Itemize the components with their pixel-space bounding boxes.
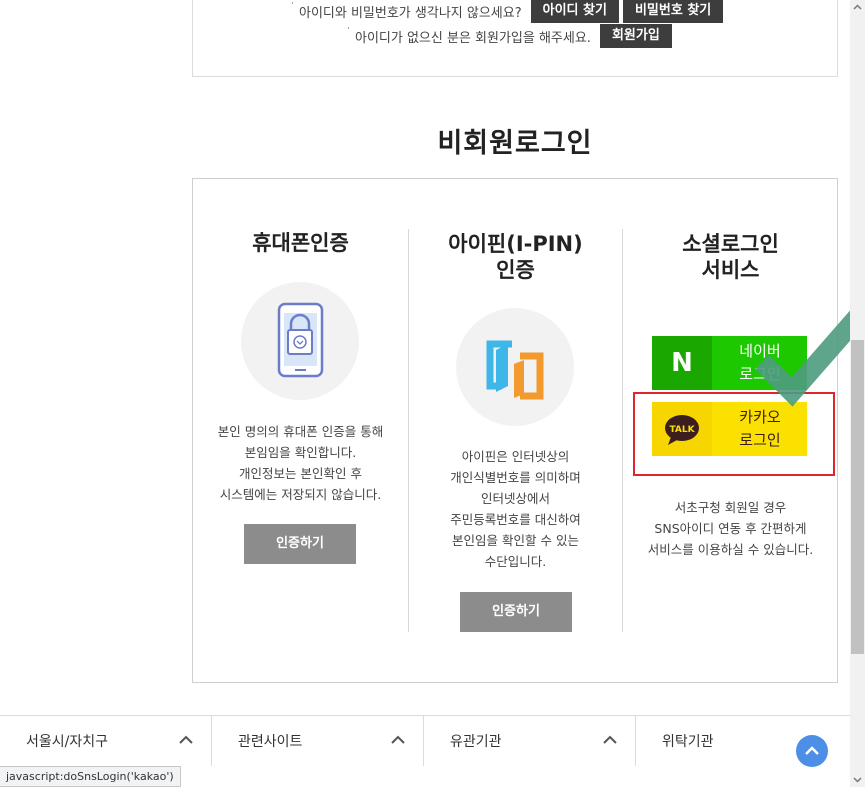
chevron-up-icon xyxy=(391,735,405,744)
social-login-column: 소셜로그인 서비스 xyxy=(623,179,838,283)
signup-text: 아이디가 없으신 분은 회원가입을 해주세요. xyxy=(355,30,591,46)
footer-item-affiliated[interactable]: 유관기관 xyxy=(424,716,636,766)
guest-login-title: 비회원로그인 xyxy=(437,128,593,159)
chevron-up-icon xyxy=(603,735,617,744)
scroll-down-icon[interactable] xyxy=(853,775,862,784)
phone-auth-column: 휴대폰인증 xyxy=(193,179,408,256)
ipin-icon xyxy=(486,340,544,400)
footer-item-label: 유관기관 xyxy=(450,734,502,750)
bullet: ˙ xyxy=(290,1,295,13)
phone-auth-button[interactable]: 인증하기 xyxy=(244,524,356,564)
ipin-auth-description: 아이핀은 인터넷상의 개인식별번호를 의미하며 인터넷상에서 주민등록번호를 대… xyxy=(450,449,581,569)
footer-item-related-sites[interactable]: 관련사이트 xyxy=(212,716,424,766)
back-to-top-icon xyxy=(805,746,819,755)
page: ˙ 아이디와 비밀번호가 생각나지 않으세요? 아이디 찾기 비밀번호 찾기 ˙… xyxy=(0,0,865,787)
vertical-scrollbar[interactable] xyxy=(850,0,865,787)
signup-button[interactable]: 회원가입 xyxy=(599,24,672,48)
social-login-title: 소셜로그인 서비스 xyxy=(682,232,779,282)
back-to-top-button[interactable] xyxy=(796,735,828,767)
bullet: ˙ xyxy=(346,26,351,38)
scroll-up-icon[interactable] xyxy=(853,3,862,12)
find-password-button[interactable]: 비밀번호 찾기 xyxy=(622,0,724,23)
phone-auth-description: 본인 명의의 휴대폰 인증을 통해 본임임을 확인합니다. 개인정보는 본인확인… xyxy=(217,424,384,502)
scrollbar-thumb[interactable] xyxy=(851,340,864,654)
ipin-auth-button[interactable]: 인증하기 xyxy=(460,592,572,632)
status-bar-url: javascript:doSnsLogin('kakao') xyxy=(0,766,181,787)
footer-item-label: 관련사이트 xyxy=(238,734,303,750)
phone-icon-circle xyxy=(241,282,359,400)
phone-auth-title: 휴대폰인증 xyxy=(252,231,349,255)
login-help-box: ˙ 아이디와 비밀번호가 생각나지 않으세요? 아이디 찾기 비밀번호 찾기 ˙… xyxy=(192,0,838,77)
social-login-description: 서초구청 회원일 경우 SNS아이디 연동 후 간편하게 서비스를 이용하실 수… xyxy=(647,500,814,557)
find-account-row: ˙ 아이디와 비밀번호가 생각나지 않으세요? 아이디 찾기 비밀번호 찾기 xyxy=(290,0,727,23)
footer-item-label: 위탁기관 xyxy=(662,734,714,750)
ipin-auth-title: 아이핀(I-PIN) 인증 xyxy=(448,232,583,282)
find-id-button[interactable]: 아이디 찾기 xyxy=(530,0,619,23)
footer-item-label: 서울시/자치구 xyxy=(26,734,108,750)
footer-item-seoul[interactable]: 서울시/자치구 xyxy=(0,716,212,766)
find-account-text: 아이디와 비밀번호가 생각나지 않으세요? xyxy=(299,5,522,21)
signup-row: ˙ 아이디가 없으신 분은 회원가입을 해주세요. 회원가입 xyxy=(346,24,676,48)
ipin-icon-circle xyxy=(456,308,574,426)
check-mark-icon xyxy=(754,305,865,407)
naver-icon: N xyxy=(652,336,712,390)
ipin-auth-column: 아이핀(I-PIN) 인증 xyxy=(408,179,623,283)
chevron-up-icon xyxy=(179,735,193,744)
footer-nav: 서울시/자치구 관련사이트 유관기관 위탁기관 xyxy=(0,715,850,766)
phone-lock-icon xyxy=(277,302,324,378)
